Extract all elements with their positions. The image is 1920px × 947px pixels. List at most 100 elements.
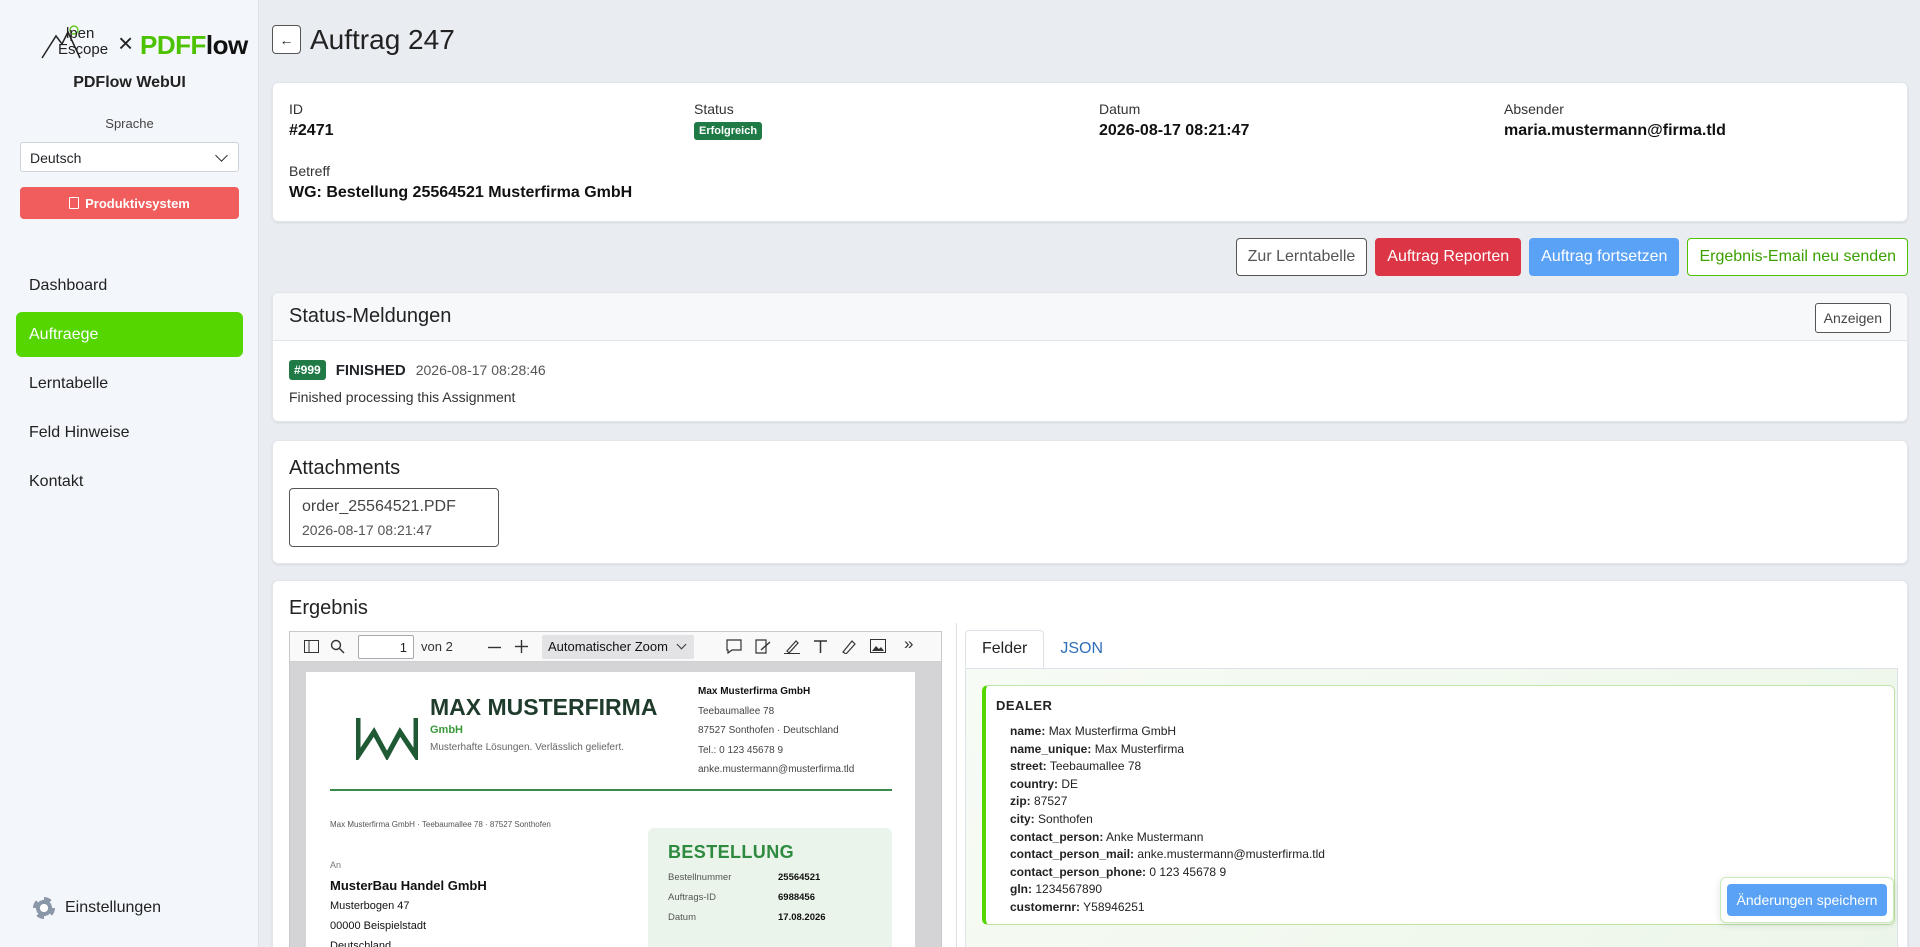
field-key: gln: [1010,882,1032,897]
app-title: PDFlow WebUI [73,74,186,91]
attachment-name: order_25564521.PDF [302,498,456,515]
save-panel: Änderungen speichern [1720,877,1894,923]
more-tools-icon[interactable]: » [904,634,913,654]
text-tool-icon[interactable] [813,639,828,654]
status-state: FINISHED [335,361,406,379]
doc-rcpt-country: Deutschland [330,940,392,947]
tab-json[interactable]: JSON [1044,630,1119,668]
save-changes-button[interactable]: Änderungen speichern [1727,884,1887,916]
zoom-out-icon[interactable] [488,641,501,654]
comment-icon[interactable] [726,639,742,654]
field-key: name_unique: [1010,741,1092,756]
page-count: von 2 [421,639,453,654]
status-number-badge: #999 [289,360,326,380]
logo-low-part: low [205,30,248,60]
nav-item-feld-hinweise[interactable]: Feld Hinweise [16,410,243,455]
settings-label: Einstellungen [65,899,162,916]
doc-rcpt-street: Musterbogen 47 [330,900,410,912]
zoom-select[interactable]: Automatischer Zoom [542,635,694,659]
field-value: Teebaumallee 78 [1049,759,1142,774]
field-key: city: [1010,811,1035,826]
tab-felder[interactable]: Felder [965,630,1045,668]
id-label: ID [289,101,303,117]
doc-address: Max Musterfirma GmbH Teebaumallee 78 875… [698,682,854,780]
report-order-button[interactable]: Auftrag Reporten [1375,238,1522,276]
result-card: Ergebnis 1 von 2 Automatischer Zoom » MA… [272,580,1908,947]
nav-item-auftraege[interactable]: Auftraege [16,312,243,357]
doc-sender-line: Max Musterfirma GmbH · Teebaumallee 78 ·… [330,820,551,829]
image-icon[interactable] [870,639,886,654]
field-value: Sonthofen [1038,811,1093,826]
dealer-title: DEALER [996,698,1053,713]
settings-link[interactable]: Einstellungen [33,897,161,919]
sender-value: maria.mustermann@firma.tld [1504,122,1726,139]
field-date: Datum 2026-08-17 08:21:47 [1099,101,1249,140]
field-value: Max Musterfirma [1094,741,1185,756]
main-content: ← Auftrag 247 ID #2471 Status Erfolgreic… [260,0,1920,947]
doc-k3: Datum [668,912,696,923]
field-row[interactable]: name_unique: Max Musterfirma [1010,741,1884,759]
field-row[interactable]: country: DE [1010,776,1884,794]
sender-label: Absender [1504,101,1564,117]
field-key: name: [1010,724,1046,738]
field-value: 0 123 45678 9 [1149,864,1227,879]
field-key: contact_person_phone: [1010,864,1147,879]
field-status: Status Erfolgreich [694,101,763,140]
app-logo: lpen Escope × PDFFlow [40,22,248,64]
page-number-input[interactable]: 1 [358,635,414,659]
field-key: contact_person: [1010,829,1104,844]
field-row[interactable]: zip: 87527 [1010,793,1884,811]
field-value: 1234567890 [1035,882,1103,897]
status-messages-card: Status-Meldungen Anzeigen #999 FINISHED … [272,292,1908,422]
attachments-card: Attachments order_25564521.PDF 2026-08-1… [272,440,1908,564]
subject-label: Betreff [289,163,330,179]
document-icon [69,197,80,209]
draw-icon[interactable] [841,639,857,654]
field-key: zip: [1010,794,1031,809]
zoom-in-icon[interactable] [515,640,528,653]
doc-order-box: BESTELLUNG Bestellnummer 25564521 Auftrag… [648,828,892,947]
logo-text-lpen: lpen [66,25,95,42]
show-button[interactable]: Anzeigen [1814,303,1891,333]
nav-item-dashboard[interactable]: Dashboard [16,263,243,308]
field-key: contact_person_mail: [1010,847,1135,862]
nav-item-kontakt[interactable]: Kontakt [16,459,243,504]
field-row[interactable]: name: Max Musterfirma GmbH [1010,723,1884,741]
field-value: Max Musterfirma GmbH [1048,724,1177,738]
production-system-label: Produktivsystem [85,195,190,211]
field-value: Anke Mustermann [1106,829,1204,844]
sidebar-toggle-icon[interactable] [304,640,319,653]
field-row[interactable]: city: Sonthofen [1010,811,1884,829]
field-value: DE [1061,776,1079,791]
doc-order-date: Datum 17.08.2026 [668,912,872,923]
resend-email-button[interactable]: Ergebnis-Email neu senden [1687,238,1908,276]
main-nav: Dashboard Auftraege Lerntabelle Feld Hin… [16,263,243,508]
highlight-icon[interactable] [784,639,800,654]
field-row[interactable]: contact_person_mail: anke.mustermann@mus… [1010,846,1884,864]
doc-addr-city: 87527 Sonthofen · Deutschland [698,725,839,736]
doc-addr-tel: Tel.: 0 123 45678 9 [698,744,784,756]
search-icon[interactable] [330,639,345,654]
logo-pdf-part: PDF [140,30,191,60]
doc-v2: 6988456 [778,892,815,903]
signature-icon[interactable] [755,639,771,654]
continue-order-button[interactable]: Auftrag fortsetzen [1529,238,1680,276]
attachment-item[interactable]: order_25564521.PDF 2026-08-17 08:21:47 [289,488,499,547]
field-key: customernr: [1010,899,1081,914]
result-tabs: Felder JSON [965,630,1119,668]
language-select[interactable]: Deutsch [20,142,239,172]
status-timestamp: 2026-08-17 08:28:46 [415,362,546,378]
doc-rcpt-name: MusterBau Handel GmbH [330,878,487,893]
field-value: anke.mustermann@musterfirma.tld [1137,847,1325,862]
learn-table-button[interactable]: Zur Lerntabelle [1235,238,1368,276]
field-row[interactable]: street: Teebaumallee 78 [1010,758,1884,776]
field-subject: Betreff WG: Bestellung 25564521 Musterfi… [289,163,632,202]
nav-item-lerntabelle[interactable]: Lerntabelle [16,361,243,406]
production-system-button[interactable]: Produktivsystem [20,187,239,219]
doc-v1: 25564521 [778,872,821,883]
doc-an: An [330,860,342,870]
attachments-title: Attachments [289,457,401,479]
back-button[interactable]: ← [272,25,301,54]
doc-tagline: Musterhafte Lösungen. Verlässlich gelief… [430,742,624,753]
field-row[interactable]: contact_person: Anke Mustermann [1010,829,1884,847]
